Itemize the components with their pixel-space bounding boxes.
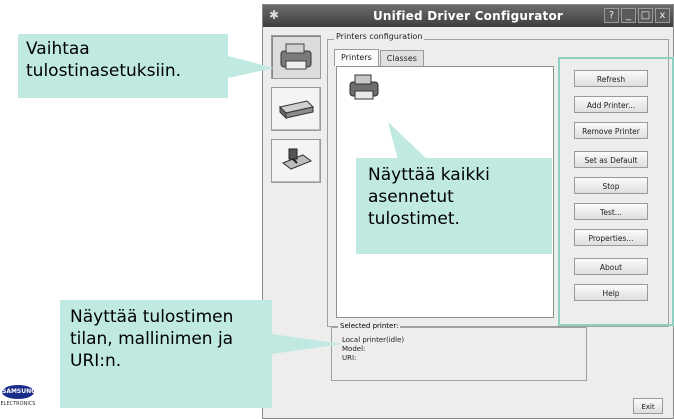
refresh-button[interactable]: Refresh <box>574 70 648 87</box>
port-config-nav-button[interactable] <box>271 139 321 183</box>
port-icon <box>281 148 313 170</box>
scanner-config-nav-button[interactable] <box>271 87 321 131</box>
action-buttons: Refresh Add Printer... Remove Printer Se… <box>564 70 660 310</box>
printer-uri: URI: <box>342 354 357 362</box>
remove-printer-button[interactable]: Remove Printer <box>574 122 648 139</box>
window-controls: ? _ □ x <box>604 8 670 23</box>
callout-settings: Vaihtaa tulostinasetuksiin. <box>18 34 228 98</box>
callout-arrow-printers <box>388 122 428 160</box>
close-button[interactable]: x <box>655 8 670 23</box>
exit-button[interactable]: Exit <box>633 398 663 414</box>
printer-config-nav-button[interactable] <box>271 35 321 79</box>
selected-printer-legend: Selected printer: <box>338 322 401 330</box>
printer-icon <box>280 43 312 70</box>
tab-printers[interactable]: Printers <box>334 49 379 66</box>
logo-subtitle: ELECTRONICS <box>0 401 36 407</box>
scanner-icon <box>279 100 314 120</box>
help-button[interactable]: Help <box>574 284 648 301</box>
minimize-button[interactable]: _ <box>621 8 636 23</box>
left-nav-panel <box>271 35 323 191</box>
selected-printer-info: Local printer(idle) Model: URI: <box>342 336 404 363</box>
logo-mark: SAMSUNG <box>2 385 36 399</box>
properties-button[interactable]: Properties... <box>574 229 648 246</box>
selected-printer-panel: Selected printer: Local printer(idle) Mo… <box>331 322 587 381</box>
callout-printers: Näyttää kaikki asennetut tulostimet. <box>356 158 552 254</box>
add-printer-button[interactable]: Add Printer... <box>574 96 648 113</box>
tab-bar: Printers Classes <box>334 49 425 67</box>
group-title: Printers configuration <box>334 32 425 41</box>
help-window-button[interactable]: ? <box>604 8 619 23</box>
installed-printer-icon[interactable] <box>347 73 381 101</box>
printer-model: Model: <box>342 345 366 353</box>
about-button[interactable]: About <box>574 258 648 275</box>
printer-status: Local printer(idle) <box>342 336 405 344</box>
maximize-button[interactable]: □ <box>638 8 653 23</box>
samsung-logo: SAMSUNG ELECTRONICS <box>0 383 36 413</box>
callout-arrow-status <box>272 334 342 354</box>
callout-status: Näyttää tulostimen tilan, mallinimen ja … <box>60 300 272 408</box>
tab-classes[interactable]: Classes <box>379 50 424 67</box>
set-as-default-button[interactable]: Set as Default <box>574 151 648 168</box>
title-bar: ✱ Unified Driver Configurator ? _ □ x <box>263 5 673 27</box>
callout-arrow-settings <box>228 56 274 78</box>
stop-button[interactable]: Stop <box>574 177 648 194</box>
test-button[interactable]: Test... <box>574 203 648 220</box>
